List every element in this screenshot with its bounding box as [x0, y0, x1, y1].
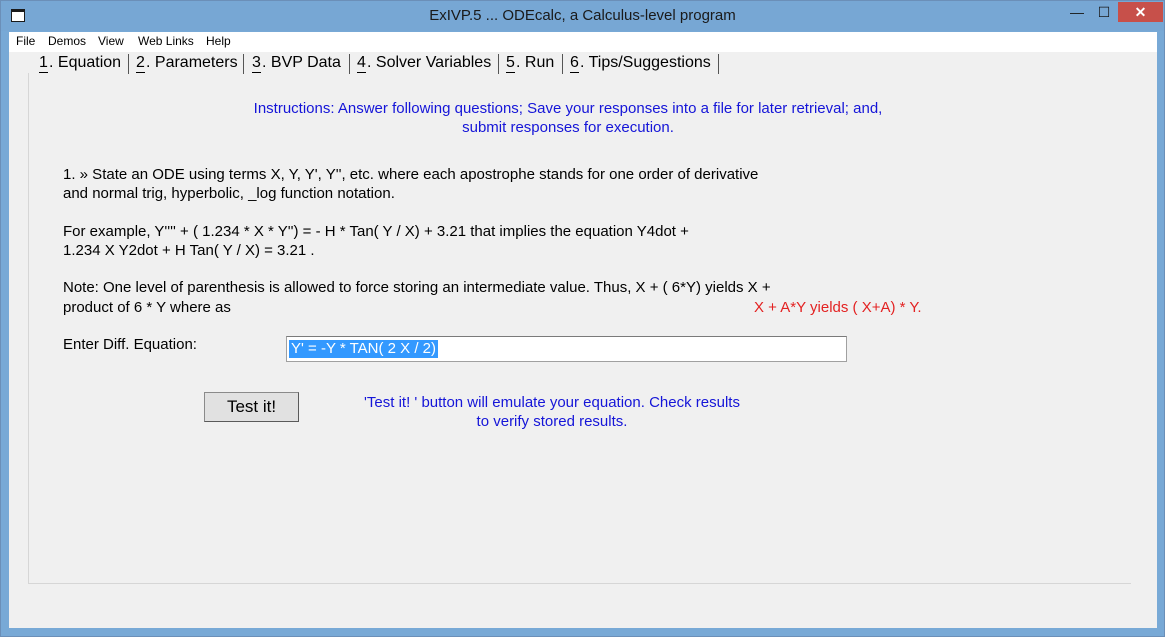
menu-bar: File Demos View Web Links Help — [9, 32, 1157, 52]
tab-separator — [562, 54, 563, 74]
tab-separator — [128, 54, 129, 74]
equation-input[interactable]: Y' = -Y * TAN( 2 X / 2) — [286, 336, 847, 362]
tab-bvp-data-label: . BVP Data — [262, 54, 341, 71]
menu-web-links[interactable]: Web Links — [138, 34, 194, 48]
menu-help[interactable]: Help — [206, 34, 231, 48]
question-line-1: 1. » State an ODE using terms X, Y, Y', … — [63, 166, 759, 183]
tab-equation-number: 1 — [39, 54, 48, 71]
tab-separator — [349, 54, 350, 74]
window-title: ExIVP.5 ... ODEcalc, a Calculus-level pr… — [429, 7, 736, 24]
example-line-1: For example, Y'''' + ( 1.234 * X * Y'') … — [63, 223, 689, 240]
tab-parameters-number: 2 — [136, 54, 145, 71]
instructions-line-2: submit responses for execution. — [462, 119, 674, 136]
tab-tips-number: 6 — [570, 54, 579, 71]
tab-solver-variables-label: . Solver Variables — [367, 54, 492, 71]
main-content: 1 . Equation 2 . Parameters 3 . BVP Data… — [9, 52, 1157, 628]
tab-tips-label: . Tips/Suggestions — [580, 54, 711, 71]
app-window: ExIVP.5 ... ODEcalc, a Calculus-level pr… — [0, 0, 1165, 637]
tab-equation-label: . Equation — [49, 54, 122, 71]
equation-label: Enter Diff. Equation: — [63, 336, 197, 353]
tab-separator — [718, 54, 719, 74]
instructions-line-1: Instructions: Answer following questions… — [253, 100, 883, 117]
tab-parameters-label: . Parameters — [146, 54, 238, 71]
menu-demos[interactable]: Demos — [48, 34, 86, 48]
tab-bvp-data-number: 3 — [252, 54, 261, 71]
equation-tab-panel — [28, 73, 1131, 584]
tab-solver-variables-number: 4 — [357, 54, 366, 71]
test-hint-line-2: to verify stored results. — [476, 413, 628, 430]
note-red-text: X + A*Y yields ( X+A) * Y. — [754, 299, 922, 316]
menu-file[interactable]: File — [16, 34, 35, 48]
maximize-button[interactable]: ☐ — [1091, 2, 1117, 22]
equation-input-value: Y' = -Y * TAN( 2 X / 2) — [289, 340, 438, 358]
question-line-2: and normal trig, hyperbolic, _log functi… — [63, 185, 395, 202]
test-hint-line-1: 'Test it! ' button will emulate your equ… — [364, 394, 740, 411]
tab-run-number: 5 — [506, 54, 515, 71]
example-line-2: 1.234 X Y2dot + H Tan( Y / X) = 3.21 . — [63, 242, 315, 259]
tab-separator — [243, 54, 244, 74]
menu-view[interactable]: View — [98, 34, 124, 48]
note-line-2: product of 6 * Y where as — [63, 299, 231, 316]
close-button[interactable]: ✕ — [1118, 2, 1163, 22]
note-line-1: Note: One level of parenthesis is allowe… — [63, 279, 771, 296]
title-bar[interactable]: ExIVP.5 ... ODEcalc, a Calculus-level pr… — [1, 1, 1164, 31]
tab-separator — [498, 54, 499, 74]
minimize-button[interactable]: — — [1064, 2, 1090, 22]
tab-run-label: . Run — [516, 54, 555, 71]
